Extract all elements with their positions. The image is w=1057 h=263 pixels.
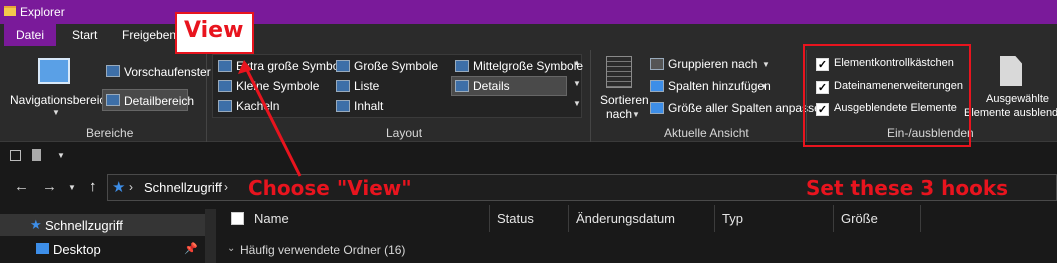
- sort-by-icon[interactable]: [606, 56, 632, 88]
- pin-icon[interactable]: 📌: [184, 242, 198, 255]
- navigation-pane: ★ Schnellzugriff Desktop 📌: [0, 209, 205, 263]
- view-annotation-label: View: [184, 18, 244, 43]
- window-title: Explorer: [20, 5, 65, 19]
- chevron-down-icon[interactable]: ▼: [52, 108, 60, 117]
- content-icon: [336, 100, 350, 112]
- group-label-current-view: Aktuelle Ansicht: [664, 126, 749, 140]
- column-separator[interactable]: [714, 205, 715, 232]
- chevron-down-icon[interactable]: ▼: [760, 82, 768, 91]
- medium-icons-icon: [455, 60, 469, 72]
- navigation-pane-button[interactable]: Navigationsbereich: [10, 93, 112, 107]
- title-bar: Explorer: [0, 0, 1057, 24]
- column-date-modified[interactable]: Änderungsdatum: [576, 211, 675, 226]
- select-all-checkbox[interactable]: [231, 212, 244, 225]
- chevron-down-icon[interactable]: ▼: [762, 60, 770, 69]
- group-label-bereiche: Bereiche: [86, 126, 134, 140]
- choose-view-annotation: Choose "View": [248, 176, 412, 200]
- hide-selected-icon[interactable]: [1000, 56, 1022, 86]
- chevron-down-icon[interactable]: ▼: [632, 110, 640, 119]
- column-size[interactable]: Größe: [841, 211, 878, 226]
- customize-toolbar-icon[interactable]: ▼: [57, 151, 65, 160]
- set-hooks-annotation: Set these 3 hooks: [806, 176, 1009, 200]
- recent-locations-icon[interactable]: ▼: [68, 183, 76, 192]
- star-icon: ★: [112, 179, 126, 196]
- breadcrumb-separator: ›: [129, 180, 133, 194]
- nav-item-desktop[interactable]: Desktop 📌: [0, 239, 205, 261]
- folder-icon: [4, 6, 16, 16]
- navigation-pane-scrollbar[interactable]: [205, 209, 216, 263]
- layout-list[interactable]: Liste: [354, 79, 379, 93]
- tab-datei[interactable]: Datei: [4, 24, 57, 46]
- layout-medium-icons[interactable]: Mittelgroße Symbole: [473, 59, 583, 73]
- details-pane-icon: [106, 94, 120, 106]
- ribbon-tabs: Datei Start Freigeben: [0, 24, 1057, 46]
- layout-details: Details: [473, 79, 510, 93]
- gallery-more-icon[interactable]: ▼: [573, 99, 581, 108]
- chevron-down-icon[interactable]: ⌄: [227, 243, 235, 254]
- column-separator[interactable]: [833, 205, 834, 232]
- preview-pane-button[interactable]: Vorschaufenster: [124, 65, 211, 79]
- list-icon: [336, 80, 350, 92]
- column-status[interactable]: Status: [497, 211, 534, 226]
- preview-pane-icon: [106, 65, 120, 77]
- navigation-pane-icon[interactable]: [38, 58, 70, 84]
- group-by-icon: [650, 58, 664, 70]
- column-name[interactable]: Name: [254, 211, 289, 226]
- column-separator[interactable]: [489, 205, 490, 232]
- nav-item-label: Desktop: [53, 242, 101, 257]
- star-icon: ★: [30, 217, 42, 232]
- gallery-scroll-down-icon[interactable]: ▼: [573, 79, 581, 88]
- show-hide-highlight-box: [803, 44, 971, 147]
- tab-start[interactable]: Start: [60, 24, 109, 46]
- nav-item-label: Schnellzugriff: [45, 218, 123, 233]
- hide-selected-label-2[interactable]: Elemente ausblende: [964, 107, 1057, 119]
- group-by-button[interactable]: Gruppieren nach: [668, 57, 757, 71]
- details-pane-label: Detailbereich: [124, 94, 195, 108]
- breadcrumb-separator[interactable]: ›: [224, 180, 228, 194]
- ribbon-separator: [206, 50, 207, 142]
- add-columns-button[interactable]: Spalten hinzufügen: [668, 79, 771, 93]
- group-header-frequent-folders[interactable]: Häufig verwendete Ordner (16): [240, 243, 405, 257]
- new-folder-icon[interactable]: [32, 149, 41, 161]
- large-icons-icon: [336, 60, 350, 72]
- desktop-icon: [36, 243, 49, 254]
- fit-columns-icon: [650, 102, 664, 114]
- group-label-layout: Layout: [386, 126, 423, 140]
- sort-by-label-2[interactable]: nach: [606, 107, 632, 121]
- breadcrumb-schnellzugriff[interactable]: Schnellzugriff: [144, 180, 222, 195]
- forward-icon[interactable]: →: [42, 178, 57, 195]
- back-icon[interactable]: ←: [14, 178, 29, 195]
- gallery-scroll-up-icon[interactable]: ▲: [573, 58, 581, 67]
- properties-icon[interactable]: [10, 150, 21, 161]
- layout-content[interactable]: Inhalt: [354, 99, 383, 113]
- layout-large-icons[interactable]: Große Symbole: [354, 59, 438, 73]
- column-separator[interactable]: [568, 205, 569, 232]
- nav-item-schnellzugriff[interactable]: ★ Schnellzugriff: [0, 214, 205, 236]
- annotation-arrow: [238, 60, 302, 177]
- ribbon-separator: [590, 50, 591, 142]
- sort-by-label[interactable]: Sortieren: [600, 93, 649, 107]
- hide-selected-label[interactable]: Ausgewählte: [986, 93, 1049, 105]
- details-icon: [455, 80, 469, 92]
- add-columns-icon: [650, 80, 664, 92]
- up-icon[interactable]: ↑: [89, 178, 97, 195]
- column-separator[interactable]: [920, 205, 921, 232]
- column-type[interactable]: Typ: [722, 211, 743, 226]
